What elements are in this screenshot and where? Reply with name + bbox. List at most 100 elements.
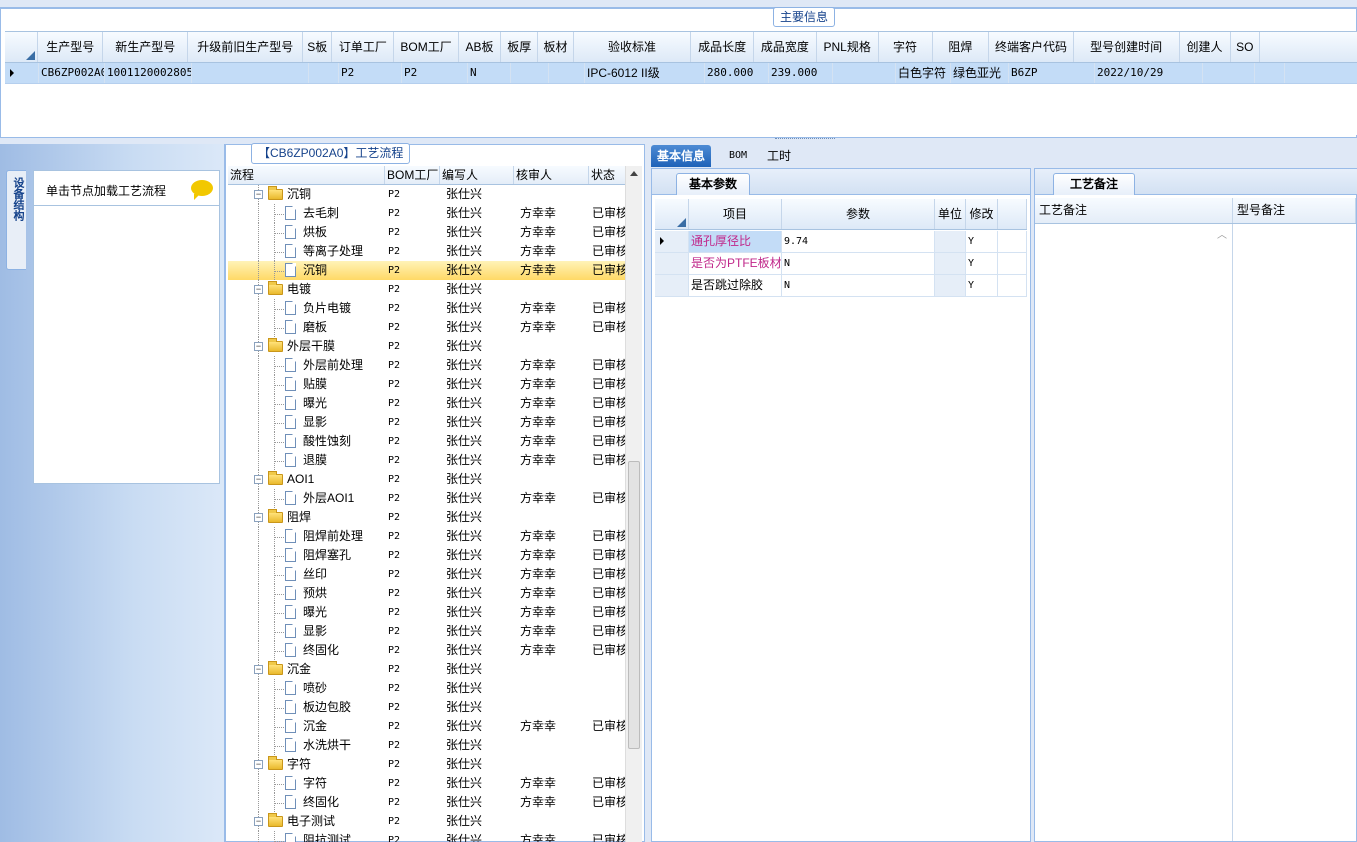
collapse-toggle-icon[interactable]: − <box>254 285 263 294</box>
main-cell[interactable]: 239.000 <box>769 63 833 83</box>
param-unit-cell[interactable] <box>935 231 966 252</box>
param-value-cell[interactable]: N <box>782 253 935 274</box>
flow-group-row[interactable]: − 字符 P2 张仕兴 <box>228 755 626 774</box>
main-col-header[interactable]: 阻焊 <box>933 32 990 62</box>
main-cell[interactable]: N <box>468 63 511 83</box>
param-value-cell[interactable]: 9.74 <box>782 231 935 252</box>
param-item-cell[interactable]: 是否跳过除胶 <box>689 275 782 296</box>
main-col-header[interactable]: 成品宽度 <box>754 32 817 62</box>
flow-node[interactable]: 丝印 <box>228 565 385 584</box>
flow-node[interactable]: 烘板 <box>228 223 385 242</box>
main-col-header[interactable]: 新生产型号 <box>103 32 189 62</box>
collapse-toggle-icon[interactable]: − <box>254 190 263 199</box>
main-col-header[interactable]: 创建人 <box>1180 32 1231 62</box>
flow-node[interactable]: 曝光 <box>228 603 385 622</box>
flow-node[interactable]: 磨板 <box>228 318 385 337</box>
flow-node[interactable]: − 沉金 <box>228 660 385 679</box>
main-col-header[interactable]: SO <box>1231 32 1260 62</box>
device-tree-area[interactable] <box>33 206 220 484</box>
param-col-header[interactable]: 项目 <box>689 199 782 229</box>
main-col-header[interactable]: 订单工厂 <box>332 32 395 62</box>
main-col-header[interactable]: 成品长度 <box>691 32 755 62</box>
flow-group-row[interactable]: − 外层干膜 P2 张仕兴 <box>228 337 626 356</box>
flow-step-row[interactable]: 外层AOI1 P2 张仕兴 方幸幸 已审核 <box>228 489 626 508</box>
chevron-up-icon[interactable]: ︿ <box>1217 226 1227 241</box>
main-cell[interactable]: B6ZP <box>1009 63 1095 83</box>
main-cell[interactable]: CB6ZP002A0 <box>39 63 105 83</box>
param-col-header[interactable]: 单位 <box>935 199 966 229</box>
flow-step-row[interactable]: 贴膜 P2 张仕兴 方幸幸 已审核 <box>228 375 626 394</box>
flow-group-row[interactable]: − 电镀 P2 张仕兴 <box>228 280 626 299</box>
flow-step-row[interactable]: 负片电镀 P2 张仕兴 方幸幸 已审核 <box>228 299 626 318</box>
collapse-toggle-icon[interactable]: − <box>254 817 263 826</box>
flow-step-row[interactable]: 水洗烘干 P2 张仕兴 <box>228 736 626 755</box>
main-cell[interactable] <box>1203 63 1255 83</box>
grid-corner[interactable] <box>655 199 689 229</box>
flow-step-row[interactable]: 显影 P2 张仕兴 方幸幸 已审核 <box>228 413 626 432</box>
flow-col-header[interactable]: 状态 <box>589 166 626 184</box>
main-info-data-row[interactable]: CB6ZP002A0 10011200028059 P2 P2 N IPC-6012 II… <box>5 63 1357 84</box>
device-structure-tab[interactable]: 设备结构 <box>6 170 26 270</box>
flow-step-row[interactable]: 曝光 P2 张仕兴 方幸幸 已审核 <box>228 603 626 622</box>
flow-node[interactable]: 终固化 <box>228 641 385 660</box>
flow-group-row[interactable]: − AOI1 P2 张仕兴 <box>228 470 626 489</box>
flow-step-row[interactable]: 烘板 P2 张仕兴 方幸幸 已审核 <box>228 223 626 242</box>
main-cell[interactable]: IPC-6012 II级 <box>585 63 705 83</box>
flow-step-row[interactable]: 去毛刺 P2 张仕兴 方幸幸 已审核 <box>228 204 626 223</box>
flow-node[interactable]: 负片电镀 <box>228 299 385 318</box>
main-cell[interactable] <box>309 63 339 83</box>
flow-node[interactable]: 喷砂 <box>228 679 385 698</box>
flow-node[interactable]: − 字符 <box>228 755 385 774</box>
flow-step-row[interactable]: 退膜 P2 张仕兴 方幸幸 已审核 <box>228 451 626 470</box>
scroll-thumb[interactable] <box>628 461 640 749</box>
param-item-cell[interactable]: 通孔厚径比 <box>689 231 782 252</box>
flow-node[interactable]: 阻焊塞孔 <box>228 546 385 565</box>
param-col-header[interactable]: 修改 <box>966 199 998 229</box>
flow-node[interactable]: 贴膜 <box>228 375 385 394</box>
flow-node[interactable]: 显影 <box>228 622 385 641</box>
flow-node[interactable]: − 外层干膜 <box>228 337 385 356</box>
param-modify-cell[interactable]: Y <box>966 231 998 252</box>
flow-node[interactable]: 沉铜 <box>228 261 385 280</box>
flow-step-row[interactable]: 终固化 P2 张仕兴 方幸幸 已审核 <box>228 793 626 812</box>
main-cell[interactable] <box>549 63 585 83</box>
main-cell[interactable]: 白色字符 <box>896 63 951 83</box>
tab-process-remark[interactable]: 工艺备注 <box>1053 173 1136 195</box>
flow-group-row[interactable]: − 沉铜 P2 张仕兴 <box>228 185 626 204</box>
flow-node[interactable]: − 阻焊 <box>228 508 385 527</box>
tab-basic-info[interactable]: 基本信息 <box>651 145 712 167</box>
tab-work-hours[interactable]: 工时 <box>761 145 797 167</box>
main-cell[interactable]: 绿色亚光 <box>951 63 1009 83</box>
flow-group-row[interactable]: − 阻焊 P2 张仕兴 <box>228 508 626 527</box>
flow-node[interactable]: 曝光 <box>228 394 385 413</box>
process-flow-scrollbar[interactable] <box>625 166 642 842</box>
flow-node[interactable]: 外层AOI1 <box>228 489 385 508</box>
flow-node[interactable]: 阻焊前处理 <box>228 527 385 546</box>
flow-col-header[interactable]: 流程 <box>228 166 385 184</box>
main-col-header[interactable]: 型号创建时间 <box>1074 32 1180 62</box>
collapse-toggle-icon[interactable]: − <box>254 342 263 351</box>
main-cell[interactable] <box>192 63 309 83</box>
main-col-header[interactable]: 字符 <box>879 32 933 62</box>
flow-col-header[interactable]: 核审人 <box>514 166 589 184</box>
flow-step-row[interactable]: 阻焊前处理 P2 张仕兴 方幸幸 已审核 <box>228 527 626 546</box>
main-col-header[interactable]: 板材 <box>538 32 574 62</box>
tab-basic-params[interactable]: 基本参数 <box>676 173 751 195</box>
main-cell[interactable] <box>511 63 549 83</box>
param-item-cell[interactable]: 是否为PTFE板材 <box>689 253 782 274</box>
grid-corner[interactable] <box>5 32 39 62</box>
flow-step-row[interactable]: 板边包胶 P2 张仕兴 <box>228 698 626 717</box>
flow-node[interactable]: 外层前处理 <box>228 356 385 375</box>
flow-node[interactable]: − AOI1 <box>228 470 385 489</box>
flow-node[interactable]: 字符 <box>228 774 385 793</box>
main-col-header[interactable]: 验收标准 <box>574 32 692 62</box>
param-modify-cell[interactable]: Y <box>966 275 998 296</box>
flow-step-row[interactable]: 喷砂 P2 张仕兴 <box>228 679 626 698</box>
main-cell[interactable]: P2 <box>339 63 402 83</box>
main-col-header[interactable]: AB板 <box>459 32 502 62</box>
flow-group-row[interactable]: − 沉金 P2 张仕兴 <box>228 660 626 679</box>
main-col-header[interactable]: 生产型号 <box>38 32 104 62</box>
main-cell[interactable]: 10011200028059 <box>105 63 192 83</box>
flow-node[interactable]: − 电子测试 <box>228 812 385 831</box>
flow-col-header[interactable]: 编写人 <box>440 166 514 184</box>
